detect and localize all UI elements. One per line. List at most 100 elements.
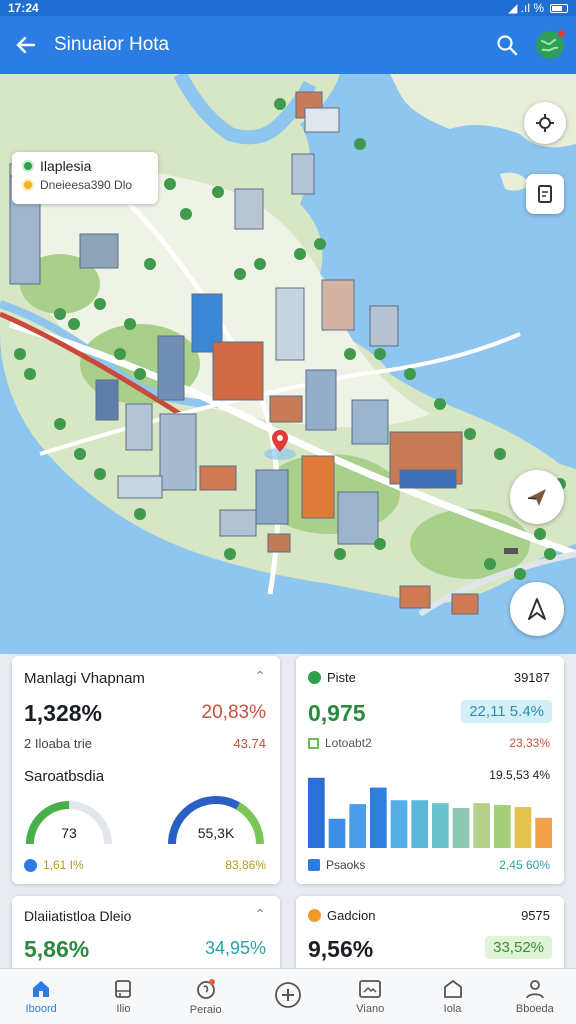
- nav-item-add[interactable]: [247, 969, 329, 1024]
- piste-foot-left: Psaoks: [326, 858, 366, 872]
- arrow-left-icon: [16, 36, 36, 54]
- gauge-1-label: 73: [61, 825, 77, 841]
- navigate-button[interactable]: [510, 582, 564, 636]
- chart-bar: [349, 804, 366, 848]
- distribution-value: 5,86%: [24, 936, 90, 962]
- piste-card[interactable]: Piste 39187 0,975 22,11 5.4% Lotoabt2 23…: [296, 656, 564, 884]
- city-map[interactable]: Ilaplesia Dneieesa390 Dlo: [0, 74, 576, 654]
- chart-bar: [514, 807, 532, 848]
- management-sub-right: 43.74: [233, 736, 266, 751]
- distribution-value-right: 34,95%: [204, 938, 266, 958]
- chart-bar: [328, 818, 346, 848]
- chart-bar: [432, 803, 449, 848]
- status-time: 17:24: [8, 1, 39, 15]
- location-meta-icon: [22, 179, 34, 191]
- search-button[interactable]: [492, 30, 522, 60]
- nav-item-profile[interactable]: Bboeda: [494, 969, 576, 1024]
- location-name: Ilaplesia: [40, 158, 92, 174]
- bar-chart: [308, 777, 552, 848]
- gallery-icon: [359, 980, 382, 998]
- goal-icon: [308, 909, 321, 922]
- search-icon: [497, 35, 518, 56]
- piste-value: 0,975: [308, 700, 366, 726]
- house-icon: [443, 979, 462, 998]
- navigation-icon: [528, 598, 546, 620]
- chart-icon: [308, 859, 320, 871]
- chart-bar: [494, 805, 511, 848]
- management-value: 1,328%: [24, 700, 103, 726]
- piste-foot-right: 2,45 60%: [499, 858, 550, 872]
- piste-sub-right: 23,33%: [509, 736, 550, 750]
- bottom-nav: Iboord Ilio Peraio Viano Iola Bboeda: [0, 968, 576, 1024]
- document-icon: [538, 185, 552, 203]
- page-title: Sinuaior Hota: [54, 34, 170, 55]
- location-status-icon: [22, 160, 34, 172]
- chart-bar: [452, 808, 470, 848]
- goal-header: Gadcion: [308, 908, 375, 923]
- nav-item-dashboard[interactable]: Iboord: [0, 969, 82, 1024]
- management-foot-left-row: 1,61 I%: [24, 858, 84, 872]
- piste-foot-left-row: Psaoks: [308, 858, 365, 872]
- chart-bar: [370, 787, 387, 848]
- nav-item-book[interactable]: Ilio: [82, 969, 164, 1024]
- compass-button[interactable]: [510, 470, 564, 524]
- piste-sub-left-row: Lotoabt2: [308, 736, 372, 750]
- chart-bar: [473, 803, 490, 848]
- nav-item-badge[interactable]: Peraio: [165, 969, 247, 1024]
- legend-square-icon: [308, 737, 319, 749]
- chart-bar: [390, 800, 408, 848]
- nav-label: Iboord: [25, 1003, 57, 1015]
- management-sub-left: 2 Iloaba trie: [24, 736, 92, 751]
- goal-title: Gadcion: [327, 908, 376, 923]
- piste-title-right: 39187: [513, 670, 550, 685]
- back-button[interactable]: [12, 31, 40, 59]
- home-icon: [33, 981, 50, 997]
- expand-icon[interactable]: ⌃: [254, 906, 266, 923]
- signal-icon: ◢ .ıl %: [508, 1, 544, 15]
- book-icon: [115, 980, 132, 998]
- status-icons: ◢ .ıl %: [508, 1, 568, 15]
- chart-bar: [535, 817, 552, 848]
- management-foot-right: 83,86%: [225, 858, 266, 872]
- piste-header: Piste: [308, 670, 356, 685]
- collapse-icon[interactable]: ⌃: [254, 668, 266, 685]
- status-icon: [308, 671, 321, 684]
- chart-bar: [308, 777, 325, 848]
- gauge-1: 73: [26, 801, 112, 845]
- nav-item-gallery[interactable]: Viano: [329, 969, 411, 1024]
- nav-label: Ilio: [116, 1003, 131, 1015]
- nav-label: Peraio: [189, 1004, 222, 1016]
- goal-title-right: 9575: [521, 908, 550, 923]
- management-section-title: Saroatbsdia: [24, 768, 105, 785]
- piste-sub-left: Lotoabt2: [325, 736, 372, 750]
- location-info-card[interactable]: Ilaplesia Dneieesa390 Dlo: [12, 152, 158, 204]
- nav-label: Bboeda: [515, 1003, 554, 1015]
- crosshair-icon: [536, 114, 554, 132]
- status-bar: 17:24 ◢ .ıl %: [0, 0, 576, 16]
- app-bar: Sinuaior Hota: [0, 16, 576, 74]
- check-icon: [24, 858, 37, 872]
- profile-avatar[interactable]: [536, 29, 566, 59]
- person-icon: [525, 980, 544, 999]
- goal-badge: 33,52%: [485, 936, 552, 959]
- notification-dot: [557, 29, 566, 38]
- gauge-2-label: 55,3K: [198, 825, 235, 841]
- compass-icon: [527, 489, 546, 506]
- management-card[interactable]: Manlagi Vhapnam ⌃ 1,328% 20,83% 2 Iloaba…: [12, 656, 280, 884]
- management-title: Manlagi Vhapnam: [24, 670, 145, 687]
- locate-button[interactable]: [524, 102, 566, 144]
- management-value-right: 20,83%: [201, 702, 266, 723]
- battery-icon: [550, 3, 568, 13]
- goal-value: 9,56%: [308, 936, 374, 962]
- layers-button[interactable]: [526, 174, 564, 214]
- distribution-title: Dlaiiatistloa Dleio: [24, 908, 132, 924]
- management-foot-left: 1,61 I%: [43, 858, 84, 872]
- chart-bar: [411, 800, 428, 848]
- nav-label: Iola: [443, 1003, 462, 1015]
- location-detail: Dneieesa390 Dlo: [40, 178, 133, 192]
- add-icon: [275, 982, 301, 1008]
- badge-icon: [196, 979, 215, 999]
- nav-item-house[interactable]: Iola: [411, 969, 493, 1024]
- nav-label: Viano: [356, 1003, 385, 1015]
- piste-title: Piste: [327, 670, 356, 685]
